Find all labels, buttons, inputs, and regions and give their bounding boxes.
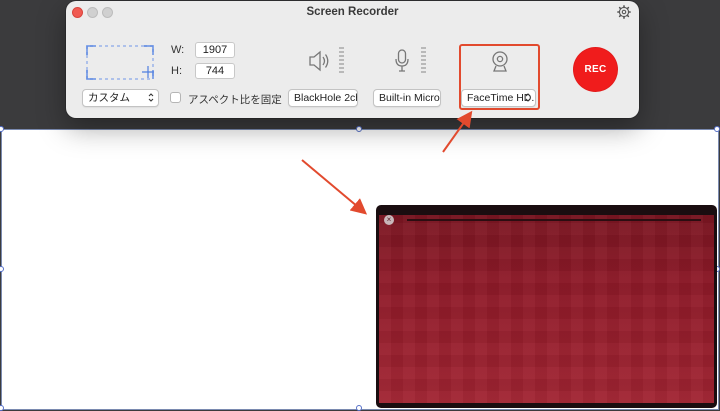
recorder-window: Screen Recorder W: 1907 H: 744 カスタム アスペク… — [66, 1, 639, 118]
resize-handle-top-right[interactable] — [714, 126, 720, 132]
title-bar: Screen Recorder — [66, 1, 639, 23]
height-label: H: — [171, 65, 182, 77]
preset-value: カスタム — [88, 92, 130, 104]
system-audio-value: BlackHole 2ch — [294, 92, 358, 104]
preset-select[interactable]: カスタム — [82, 89, 159, 107]
gear-icon[interactable] — [617, 5, 631, 19]
chevron-updown-icon — [525, 93, 531, 102]
window-title: Screen Recorder — [306, 6, 399, 18]
resize-handle-bottom-left[interactable] — [0, 405, 4, 411]
webcam-preview-window[interactable]: × — [376, 205, 717, 408]
webcam-icon — [492, 51, 508, 72]
system-audio-select[interactable]: BlackHole 2ch — [288, 89, 358, 107]
microphone-meter — [421, 47, 426, 73]
move-icon — [142, 66, 154, 78]
selection-area-icon[interactable] — [86, 45, 154, 80]
aspect-lock-checkbox[interactable] — [170, 92, 181, 103]
height-field[interactable]: 744 — [195, 63, 235, 79]
speaker-icon — [309, 50, 329, 72]
width-field[interactable]: 1907 — [195, 42, 235, 58]
resize-handle-bottom[interactable] — [356, 405, 362, 411]
preview-close-icon[interactable]: × — [384, 215, 394, 225]
microphone-icon — [395, 49, 409, 72]
webcam-video — [379, 215, 714, 403]
preview-titlebar-line — [407, 219, 701, 221]
microphone-select[interactable]: Built-in Micro... — [373, 89, 441, 107]
resize-handle-top[interactable] — [356, 126, 362, 132]
width-label: W: — [171, 44, 185, 56]
system-audio-meter — [339, 47, 344, 73]
camera-select[interactable]: FaceTime HD... — [461, 89, 536, 107]
chevron-updown-icon — [148, 93, 154, 102]
record-button[interactable]: REC — [573, 47, 618, 92]
microphone-value: Built-in Micro... — [379, 92, 440, 104]
aspect-lock-label: アスペクト比を固定 — [188, 94, 282, 106]
